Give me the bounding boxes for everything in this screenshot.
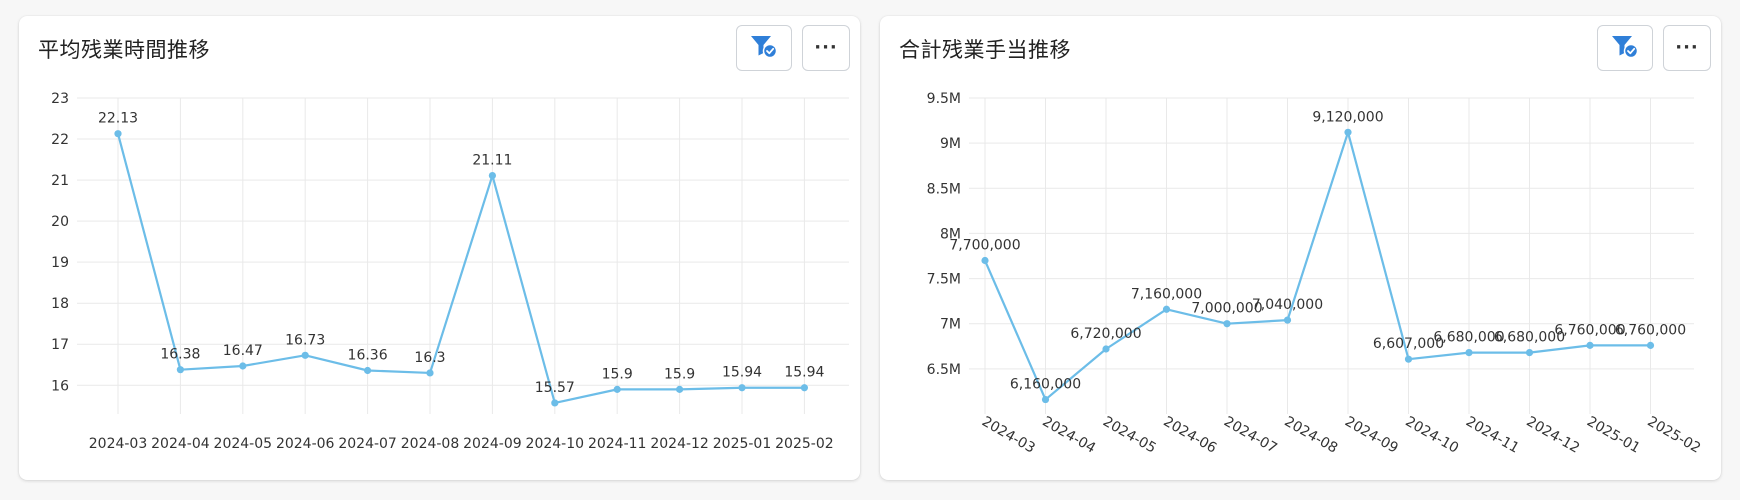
data-point xyxy=(426,369,434,377)
data-point xyxy=(301,351,309,359)
x-tick-label: 2025-01 xyxy=(1584,414,1643,457)
y-tick-label: 9M xyxy=(940,136,961,152)
line-chart-total-allowance: 6.5M7M7.5M8M8.5M9M9.5M2024-03 2024-04 2024… xyxy=(927,91,1704,457)
data-label: 21.11 xyxy=(472,153,512,169)
x-tick-label: 2024-09 xyxy=(1342,414,1401,457)
data-point xyxy=(176,366,184,374)
data-label: 16.36 xyxy=(348,347,388,363)
x-tick-label: 2024-08 xyxy=(401,436,460,452)
data-label: 15.94 xyxy=(722,365,762,381)
data-label: 9,120,000 xyxy=(1312,109,1383,125)
x-tick-label: 2024-04 xyxy=(1040,414,1099,457)
x-tick-label: 2024-07 xyxy=(338,436,397,452)
y-tick-label: 7M xyxy=(940,317,961,333)
x-tick-label: 2024-05 xyxy=(1100,414,1159,457)
data-label: 7,040,000 xyxy=(1252,297,1323,313)
series-line xyxy=(983,131,1651,401)
data-point xyxy=(1041,395,1050,404)
y-tick-label: 19 xyxy=(51,255,69,271)
data-label: 22.13 xyxy=(98,111,138,127)
y-tick-label: 9.5M xyxy=(927,91,961,107)
x-tick-label: 2025-02 xyxy=(1645,414,1704,457)
data-label: 6,760,000 xyxy=(1615,322,1686,338)
data-point xyxy=(1525,349,1534,357)
y-tick-label: 21 xyxy=(51,173,69,189)
data-label: 16.38 xyxy=(160,347,200,363)
x-tick-label: 2024-10 xyxy=(526,436,585,452)
grid-lines xyxy=(969,97,1694,414)
data-point xyxy=(613,385,621,393)
data-point xyxy=(1465,349,1473,357)
x-tick-label: 2024-03 xyxy=(979,414,1038,457)
x-tick-label: 2024-07 xyxy=(1221,414,1280,457)
data-point xyxy=(1344,128,1352,136)
x-tick-label: 2024-12 xyxy=(1524,414,1583,457)
x-tick-label: 2025-01 xyxy=(713,436,772,452)
x-tick-label: 2024-05 xyxy=(214,436,273,452)
data-point xyxy=(676,385,684,393)
data-point xyxy=(800,384,809,392)
data-point xyxy=(239,362,247,370)
data-label: 16.73 xyxy=(285,332,325,348)
data-label: 16.47 xyxy=(223,343,263,359)
x-tick-label: 2024-06 xyxy=(1161,414,1220,457)
data-label: 15.94 xyxy=(784,365,824,381)
chart-card-total-allowance: 合計残業手当推移 ··· 6.5M 7M 7.5M 8M 8.5M 9M 9.5M 2024-… xyxy=(880,16,1721,480)
data-label: 15.9 xyxy=(664,366,695,382)
data-label: 7,700,000 xyxy=(949,238,1020,254)
data-label: 15.9 xyxy=(602,366,633,382)
data-point xyxy=(1223,320,1231,328)
x-tick-label: 2024-11 xyxy=(1463,414,1522,457)
data-point xyxy=(114,130,122,138)
x-tick-label: 2024-10 xyxy=(1403,414,1462,457)
data-point xyxy=(488,171,496,180)
data-point xyxy=(1646,341,1655,349)
data-label: 6,160,000 xyxy=(1010,377,1081,393)
y-tick-label: 23 xyxy=(51,91,69,107)
data-point xyxy=(981,256,989,265)
series-line xyxy=(116,133,805,405)
data-label: 6,720,000 xyxy=(1070,326,1141,342)
x-tick-label: 2024-12 xyxy=(650,436,709,452)
data-point xyxy=(1404,355,1413,363)
y-tick-label: 6.5M xyxy=(927,362,961,378)
data-point xyxy=(1162,305,1171,313)
y-tick-label: 7.5M xyxy=(927,272,961,288)
x-tick-label: 2024-11 xyxy=(588,436,647,452)
y-tick-label: 20 xyxy=(51,214,69,230)
chart-card-avg-overtime: 平均残業時間推移 ··· 16 17 18 19 20 21 22 23 2024-03 2024… xyxy=(19,16,860,480)
data-label: 16.3 xyxy=(414,350,445,366)
x-tick-label: 2024-09 xyxy=(463,436,522,452)
data-point xyxy=(1283,316,1292,324)
y-tick-label: 16 xyxy=(51,378,69,394)
data-label: 15.57 xyxy=(535,380,575,396)
x-tick-label: 2024-04 xyxy=(151,436,210,452)
line-chart-avg-overtime: 16171819202122232024-03 2024-04 2024-05 202… xyxy=(51,91,849,452)
x-tick-label: 2024-03 xyxy=(89,436,148,452)
data-point xyxy=(1586,341,1594,349)
y-tick-label: 18 xyxy=(51,296,69,312)
y-tick-label: 17 xyxy=(51,337,69,353)
data-point xyxy=(738,384,746,392)
data-point xyxy=(1102,345,1110,353)
y-tick-label: 8.5M xyxy=(927,181,961,197)
x-tick-label: 2024-08 xyxy=(1282,414,1341,457)
data-point xyxy=(551,399,559,407)
y-tick-label: 22 xyxy=(51,132,69,148)
data-point xyxy=(364,366,372,375)
x-tick-label: 2025-02 xyxy=(775,436,834,452)
x-tick-label: 2024-06 xyxy=(276,436,335,452)
